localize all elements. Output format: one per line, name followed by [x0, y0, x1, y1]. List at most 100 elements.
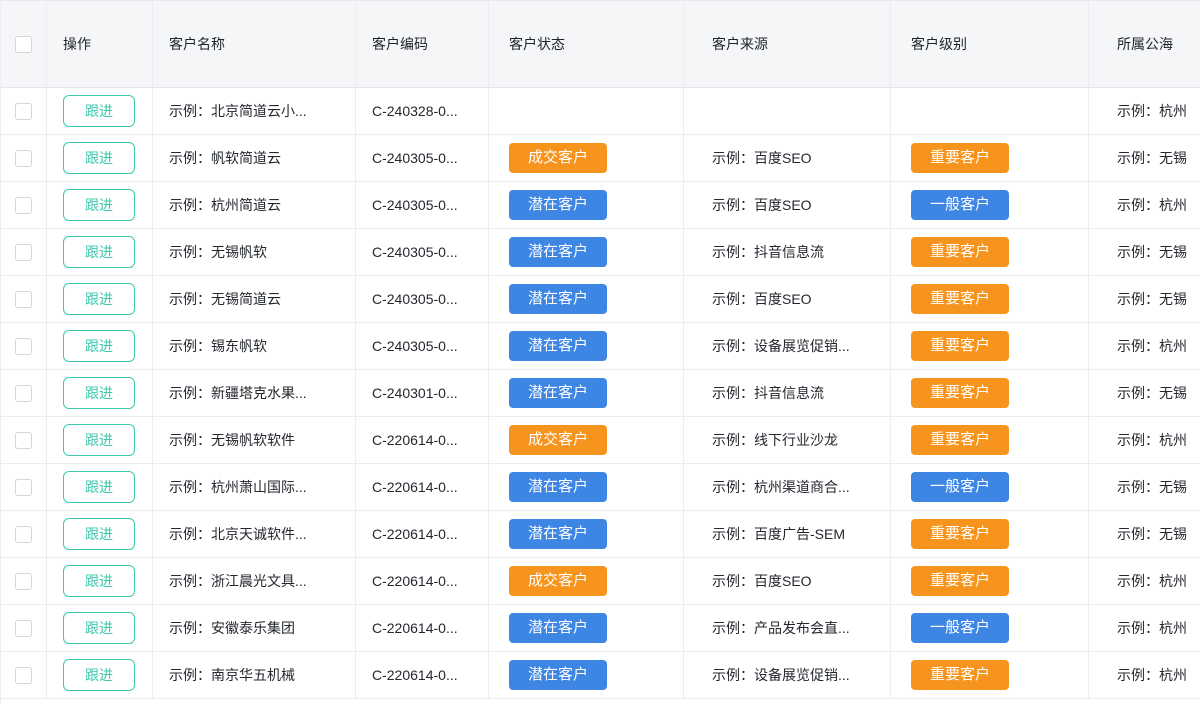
public-pool: 示例：杭州: [1117, 103, 1187, 119]
follow-up-button[interactable]: 跟进: [63, 659, 135, 691]
customer-code: C-220614-0...: [372, 573, 458, 589]
row-checkbox[interactable]: [15, 243, 32, 261]
follow-up-button[interactable]: 跟进: [63, 95, 135, 127]
row-action-cell: 跟进: [47, 88, 153, 134]
customer-level-cell: [891, 88, 1089, 134]
customer-source: 示例：抖音信息流: [712, 244, 824, 260]
status-badge: 潜在客户: [509, 283, 608, 315]
customer-code-cell: C-240301-0...: [356, 370, 489, 416]
row-checkbox[interactable]: [15, 619, 32, 637]
customer-name: 示例：浙江晨光文具...: [169, 573, 307, 589]
customer-name: 示例：无锡帆软: [169, 244, 267, 260]
table-row: 跟进 示例：杭州萧山国际... C-220614-0... 潜在客户 示例：杭州…: [1, 464, 1200, 511]
row-checkbox[interactable]: [15, 572, 32, 590]
row-checkbox-cell: [1, 182, 47, 228]
level-badge: 重要客户: [911, 424, 1010, 456]
select-all-checkbox[interactable]: [15, 35, 32, 53]
customer-level-cell: 重要客户: [891, 370, 1089, 416]
customer-code: C-240328-0...: [372, 103, 458, 119]
customer-code-cell: C-240305-0...: [356, 135, 489, 181]
customer-table-viewport: 操作 客户名称 客户编码 客户状态 客户来源 客户级别 所属公海 跟进 示例：北…: [0, 0, 1200, 704]
customer-code: C-220614-0...: [372, 667, 458, 683]
row-checkbox[interactable]: [15, 384, 32, 402]
public-pool-cell: 示例：杭州: [1089, 182, 1200, 228]
customer-level-cell: 重要客户: [891, 417, 1089, 463]
header-public-pool: 所属公海: [1089, 1, 1200, 87]
follow-up-button[interactable]: 跟进: [63, 236, 135, 268]
customer-level-cell: 重要客户: [891, 135, 1089, 181]
row-checkbox[interactable]: [15, 290, 32, 308]
follow-up-button[interactable]: 跟进: [63, 424, 135, 456]
status-badge: 潜在客户: [509, 330, 608, 362]
customer-name: 示例：帆软简道云: [169, 150, 281, 166]
customer-code-cell: C-220614-0...: [356, 511, 489, 557]
follow-up-button[interactable]: 跟进: [63, 142, 135, 174]
customer-source-cell: 示例：线下行业沙龙: [684, 417, 891, 463]
customer-code: C-240305-0...: [372, 244, 458, 260]
row-checkbox-cell: [1, 370, 47, 416]
row-checkbox[interactable]: [15, 102, 32, 120]
customer-level-cell: 重要客户: [891, 652, 1089, 698]
follow-up-button[interactable]: 跟进: [63, 330, 135, 362]
row-checkbox[interactable]: [15, 525, 32, 543]
table-row: 跟进 示例：南京华五机械 C-220614-0... 潜在客户 示例：设备展览促…: [1, 652, 1200, 699]
header-label: 客户编码: [372, 36, 428, 52]
row-checkbox[interactable]: [15, 337, 32, 355]
customer-status-cell: 潜在客户: [489, 276, 684, 322]
customer-level-cell: 重要客户: [891, 229, 1089, 275]
customer-code: C-240305-0...: [372, 197, 458, 213]
status-badge: 潜在客户: [509, 236, 608, 268]
row-checkbox[interactable]: [15, 478, 32, 496]
customer-source-cell: 示例：杭州渠道商合...: [684, 464, 891, 510]
customer-source: 示例：百度SEO: [712, 573, 812, 589]
table-row: 跟进 示例：北京简道云小... C-240328-0... 示例：杭州: [1, 88, 1200, 135]
follow-up-button[interactable]: 跟进: [63, 565, 135, 597]
row-checkbox-cell: [1, 417, 47, 463]
customer-name: 示例：安徽泰乐集团: [169, 620, 295, 636]
customer-source: 示例：线下行业沙龙: [712, 432, 838, 448]
public-pool-cell: 示例：无锡: [1089, 229, 1200, 275]
table-row: 跟进 示例：新疆塔克水果... C-240301-0... 潜在客户 示例：抖音…: [1, 370, 1200, 417]
row-checkbox[interactable]: [15, 431, 32, 449]
row-checkbox[interactable]: [15, 149, 32, 167]
row-checkbox-cell: [1, 88, 47, 134]
status-badge: 潜在客户: [509, 189, 608, 221]
customer-source-cell: 示例：抖音信息流: [684, 229, 891, 275]
header-label: 客户状态: [509, 36, 565, 52]
status-badge: 潜在客户: [509, 471, 608, 503]
customer-source: 示例：百度SEO: [712, 291, 812, 307]
customer-source-cell: 示例：百度SEO: [684, 276, 891, 322]
customer-source: 示例：百度SEO: [712, 197, 812, 213]
customer-status-cell: 潜在客户: [489, 605, 684, 651]
table-row: 跟进 示例：杭州简道云 C-240305-0... 潜在客户 示例：百度SEO …: [1, 182, 1200, 229]
follow-up-button[interactable]: 跟进: [63, 283, 135, 315]
level-badge: 重要客户: [911, 142, 1010, 174]
public-pool-cell: 示例：杭州: [1089, 88, 1200, 134]
customer-code-cell: C-220614-0...: [356, 605, 489, 651]
header-label: 客户级别: [911, 36, 967, 52]
row-checkbox[interactable]: [15, 666, 32, 684]
customer-name: 示例：南京华五机械: [169, 667, 295, 683]
follow-up-button[interactable]: 跟进: [63, 518, 135, 550]
customer-name-cell: 示例：帆软简道云: [153, 135, 356, 181]
customer-level-cell: 重要客户: [891, 276, 1089, 322]
row-checkbox[interactable]: [15, 196, 32, 214]
header-customer-status: 客户状态: [489, 1, 684, 87]
customer-code-cell: C-220614-0...: [356, 417, 489, 463]
status-badge: 成交客户: [509, 142, 608, 174]
public-pool-cell: 示例：无锡: [1089, 511, 1200, 557]
follow-up-button[interactable]: 跟进: [63, 189, 135, 221]
customer-source: 示例：设备展览促销...: [712, 338, 850, 354]
public-pool: 示例：无锡: [1117, 244, 1187, 260]
public-pool: 示例：无锡: [1117, 385, 1187, 401]
row-checkbox-cell: [1, 323, 47, 369]
row-checkbox-cell: [1, 605, 47, 651]
customer-status-cell: 潜在客户: [489, 229, 684, 275]
table-row: 跟进 示例：锡东帆软 C-240305-0... 潜在客户 示例：设备展览促销.…: [1, 323, 1200, 370]
customer-code-cell: C-240305-0...: [356, 323, 489, 369]
follow-up-button[interactable]: 跟进: [63, 471, 135, 503]
customer-status-cell: 成交客户: [489, 558, 684, 604]
follow-up-button[interactable]: 跟进: [63, 612, 135, 644]
header-label: 客户名称: [169, 36, 225, 52]
follow-up-button[interactable]: 跟进: [63, 377, 135, 409]
